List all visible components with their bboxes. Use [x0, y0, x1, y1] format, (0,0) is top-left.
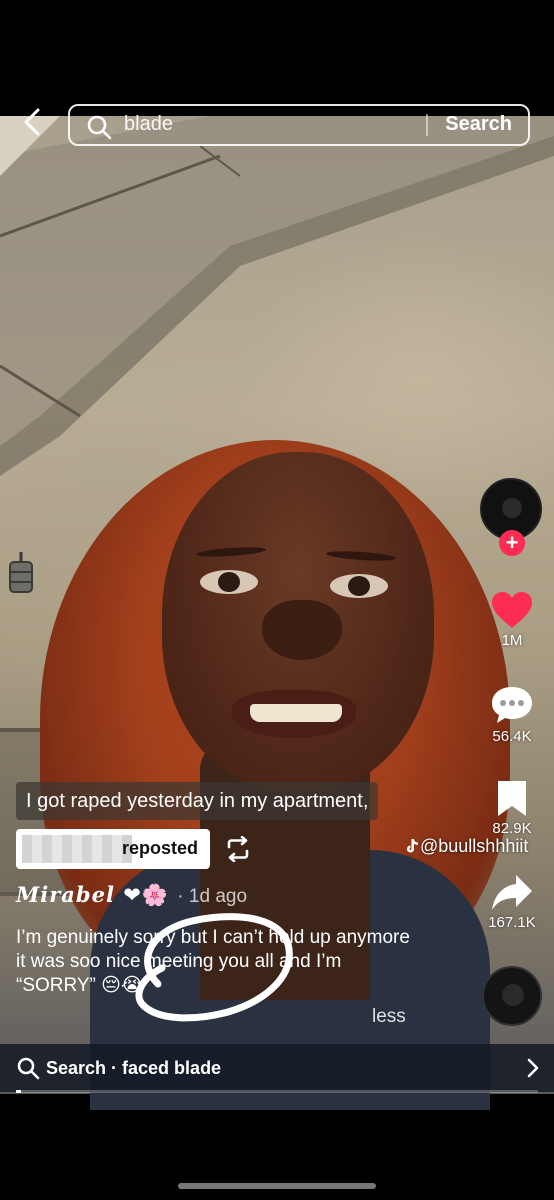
save-button[interactable]: 82.9K: [470, 778, 554, 837]
username[interactable]: Mirabel: [16, 882, 115, 907]
teeth: [250, 704, 342, 722]
wall-lamp: [9, 552, 33, 593]
music-disc[interactable]: [482, 966, 542, 1026]
comment-count: 56.4K: [492, 728, 532, 745]
share-icon[interactable]: [490, 872, 534, 912]
hand-drawn-circle-annotation: [135, 913, 293, 1022]
home-indicator[interactable]: [178, 1183, 376, 1189]
search-button[interactable]: Search: [445, 113, 512, 136]
repost-badge[interactable]: reposted: [16, 829, 210, 869]
left-eye: [200, 570, 258, 594]
related-search-bar[interactable]: Search · faced blade: [0, 1044, 554, 1092]
nose: [262, 600, 342, 660]
search-divider: [426, 114, 428, 136]
repost-label: reposted: [122, 838, 199, 858]
share-count: 167.1K: [488, 914, 536, 931]
bookmark-icon[interactable]: [494, 778, 530, 818]
video-caption-text: I got raped yesterday in my apartment,: [16, 782, 379, 820]
like-button[interactable]: 1M: [470, 590, 554, 649]
chevron-right-icon[interactable]: [526, 1058, 540, 1078]
back-arrow-icon[interactable]: [22, 108, 42, 136]
search-icon: [87, 115, 112, 140]
search-input[interactable]: blade: [124, 113, 173, 136]
redacted-reposter-name: [22, 835, 132, 863]
creator-avatar[interactable]: +: [480, 478, 544, 558]
status-area: [0, 0, 554, 116]
less-button[interactable]: less: [372, 1006, 406, 1028]
creator-watermark: @buullshhhiit: [406, 836, 528, 857]
search-bar[interactable]: blade Search: [68, 104, 530, 146]
creator-handle: @buullshhhiit: [420, 836, 529, 856]
related-search-text[interactable]: Search · faced blade: [46, 1058, 221, 1079]
heart-icon[interactable]: [490, 590, 534, 630]
tiktok-logo-icon: [407, 839, 418, 853]
right-eye: [330, 574, 388, 598]
search-icon: [17, 1057, 40, 1080]
repost-icon[interactable]: [224, 836, 252, 862]
comment-button[interactable]: 56.4K: [470, 684, 554, 745]
like-count: 1M: [501, 632, 523, 649]
video-progress-bar[interactable]: [16, 1090, 538, 1093]
progress-fill: [16, 1090, 22, 1093]
follow-button[interactable]: +: [499, 530, 525, 556]
share-button[interactable]: 167.1K: [470, 872, 554, 931]
comment-icon[interactable]: [489, 684, 535, 726]
save-count: 82.9K: [492, 820, 532, 837]
